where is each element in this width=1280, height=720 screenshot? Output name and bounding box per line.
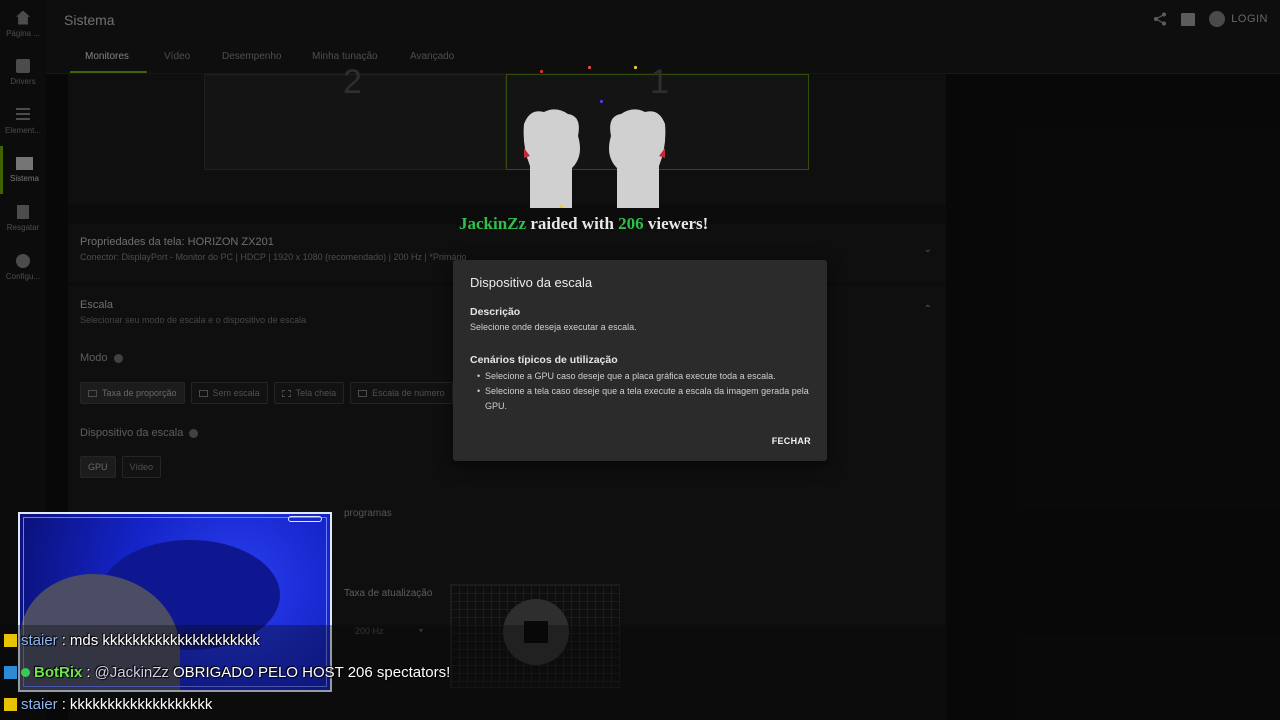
usage-list: Selecione a GPU caso deseje que a placa … [477, 369, 817, 414]
chat-separator: : [86, 663, 91, 681]
bot-badge-icon [4, 665, 17, 679]
chat-message: BotRix : @JackinZz OBRIGADO PELO HOST 20… [4, 661, 450, 683]
chat-separator: : [61, 695, 66, 713]
raid-user: JackinZz [459, 214, 527, 233]
dialog-title: Dispositivo da escala [470, 275, 593, 290]
raid-text-part: raided with [530, 214, 614, 233]
chat-text: mds kkkkkkkkkkkkkkkkkkkkk [69, 631, 260, 649]
chat-mention: @JackinZz [94, 663, 169, 681]
list-item: Selecione a tela caso deseje que a tela … [477, 384, 817, 414]
chat-username: staier [21, 695, 58, 713]
crown-badge-icon [4, 633, 17, 647]
raid-count: 206 [618, 214, 644, 233]
raid-alert-icon [523, 109, 666, 208]
description-text: Selecione onde deseja executar a escala. [470, 322, 637, 332]
chat-message: staier : kkkkkkkkkkkkkkkkkkk [4, 693, 212, 715]
raid-alert-text: JackinZz raided with 206 viewers! [459, 214, 708, 234]
description-heading: Descrição [470, 306, 521, 318]
chat-separator: : [61, 631, 66, 649]
confetti [560, 205, 563, 208]
verified-icon [21, 667, 30, 677]
usage-heading: Cenários típicos de utilização [470, 354, 618, 366]
frame-decoration [288, 516, 322, 522]
chat-text: OBRIGADO PELO HOST 206 spectators! [172, 663, 451, 681]
chat-username: BotRix [34, 663, 83, 681]
confetti [634, 66, 637, 69]
list-item: Selecione a GPU caso deseje que a placa … [477, 369, 817, 384]
chat-username: staier [21, 631, 58, 649]
confetti [600, 100, 603, 103]
close-button[interactable]: FECHAR [772, 436, 811, 446]
scale-device-dialog: Dispositivo da escala Descrição Selecion… [453, 260, 827, 461]
chat-message: staier : mds kkkkkkkkkkkkkkkkkkkkk [4, 629, 260, 651]
crown-badge-icon [4, 697, 17, 711]
confetti [588, 66, 591, 69]
chat-text: kkkkkkkkkkkkkkkkkkk [69, 695, 213, 713]
raid-text-part: viewers! [647, 214, 709, 233]
confetti [540, 70, 543, 73]
